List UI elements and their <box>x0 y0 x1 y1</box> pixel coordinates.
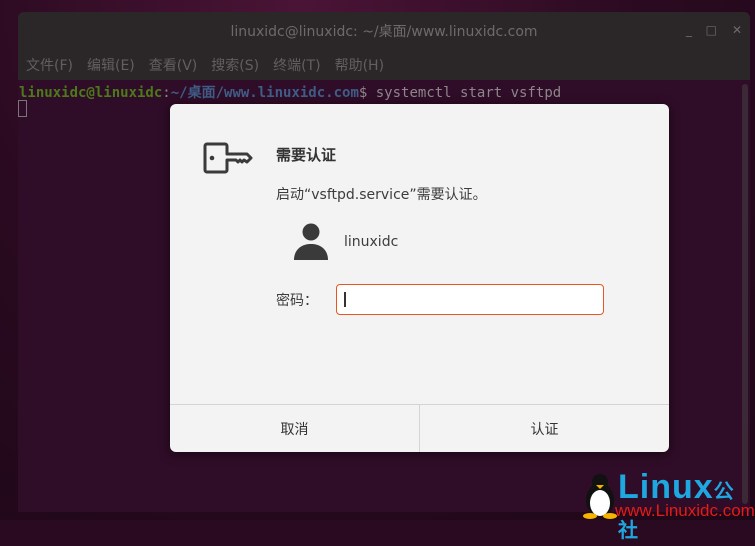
minimize-icon[interactable]: _ <box>686 23 692 37</box>
maximize-icon[interactable]: □ <box>706 23 717 37</box>
menu-bar: 文件(F) 编辑(E) 查看(V) 搜索(S) 终端(T) 帮助(H) <box>18 50 750 80</box>
watermark-url: www.Linuxidc.com <box>615 501 755 520</box>
cancel-button[interactable]: 取消 <box>170 405 419 452</box>
menu-terminal[interactable]: 终端(T) <box>273 55 320 75</box>
prompt-sep: : <box>162 85 171 101</box>
menu-view[interactable]: 查看(V) <box>149 55 198 75</box>
password-label: 密码： <box>276 293 318 309</box>
title-bar[interactable]: linuxidc@linuxidc: ~/桌面/www.linuxidc.com… <box>18 12 750 50</box>
menu-file[interactable]: 文件(F) <box>26 55 73 75</box>
user-avatar-icon <box>294 223 328 260</box>
authenticate-button[interactable]: 认证 <box>419 405 669 452</box>
password-input[interactable] <box>336 284 604 315</box>
dialog-buttons: 取消 认证 <box>170 404 669 452</box>
prompt-user: linuxidc@linuxidc <box>19 85 163 101</box>
terminal-cursor <box>18 100 27 117</box>
dialog-title: 需要认证 <box>276 146 337 164</box>
text-caret <box>344 292 346 307</box>
menu-help[interactable]: 帮助(H) <box>335 55 384 75</box>
tux-penguin-icon <box>583 474 617 519</box>
menu-search[interactable]: 搜索(S) <box>211 55 259 75</box>
command-text: systemctl start vsftpd <box>367 85 562 101</box>
menu-edit[interactable]: 编辑(E) <box>87 55 135 75</box>
prompt-path: ~/桌面/www.linuxidc.com <box>170 85 359 101</box>
username: linuxidc <box>344 234 399 250</box>
window-title: linuxidc@linuxidc: ~/桌面/www.linuxidc.com <box>230 24 538 40</box>
close-icon[interactable]: ✕ <box>732 23 742 37</box>
prompt-line: linuxidc@linuxidc:~/桌面/www.linuxidc.com$… <box>19 82 750 102</box>
scrollbar[interactable] <box>742 84 748 504</box>
watermark-logo: Linux公社 www.Linuxidc.com <box>580 468 755 542</box>
key-icon <box>203 142 253 174</box>
auth-dialog: 需要认证 启动“vsftpd.service”需要认证。 linuxidc 密码… <box>170 104 669 452</box>
dialog-message: 启动“vsftpd.service”需要认证。 <box>276 187 487 203</box>
